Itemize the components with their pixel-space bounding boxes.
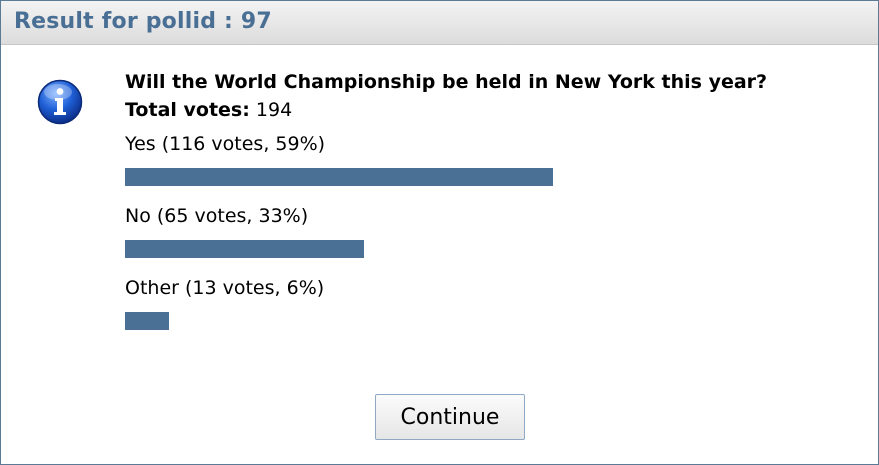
poll-option-bar (125, 312, 169, 330)
dialog-title: Result for pollid : 97 (14, 9, 272, 34)
poll-option-label: No (65 votes, 33%) (125, 205, 309, 227)
total-votes-value: 194 (255, 99, 293, 121)
poll-question: Will the World Championship be held in N… (125, 71, 768, 93)
poll-content: Will the World Championship be held in N… (125, 68, 865, 330)
total-votes: Total votes: 194 (125, 96, 865, 124)
poll-option-bar (125, 168, 553, 186)
total-votes-label: Total votes: (125, 99, 250, 121)
info-icon (37, 79, 83, 125)
continue-button[interactable]: Continue (375, 394, 525, 440)
poll-option-label: Yes (116 votes, 59%) (125, 133, 326, 155)
dialog-titlebar: Result for pollid : 97 (1, 1, 878, 45)
poll-result-dialog: Result for pollid : 97 Will the World Ch… (0, 0, 879, 465)
poll-option-label: Other (13 votes, 6%) (125, 277, 325, 299)
poll-option-bar (125, 240, 364, 258)
